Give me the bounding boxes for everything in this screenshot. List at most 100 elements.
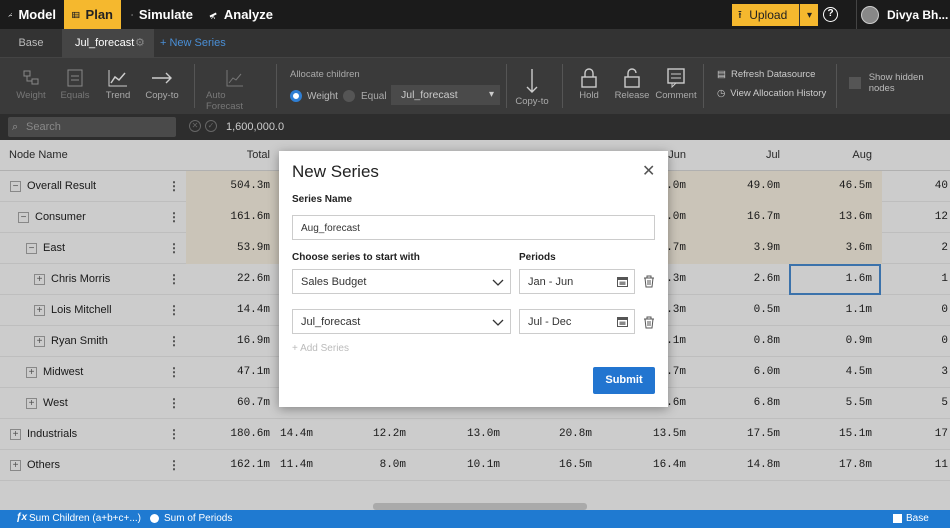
search-icon: ⌕ [12,121,19,133]
close-icon[interactable]: ✕ [642,164,655,180]
period-input-2[interactable]: Jul - Dec [519,309,635,334]
horizontal-scrollbar[interactable] [373,503,587,510]
toolbar-divider [276,64,277,108]
dialog-title: New Series [292,162,379,181]
radio-unselected-icon [343,90,355,102]
comment-icon [667,68,685,88]
wrench-icon [8,12,13,17]
nav-plan[interactable]: Plan [64,0,121,29]
help-icon[interactable]: ? [823,7,838,22]
toolbar-divider [703,64,704,108]
tab-label: Jul_forecast [75,37,135,49]
series-name-input[interactable]: Aug_forecast [292,215,655,240]
tab-base[interactable]: Base [0,29,62,58]
show-hidden-toggle[interactable]: Show hidden nodes [849,72,950,94]
nav-analyze[interactable]: Analyze [201,0,281,29]
share-icon [131,13,133,16]
upload-divider [798,4,800,26]
toolbar-divider [194,64,195,108]
series-select-1[interactable]: Sales Budget [292,269,511,294]
auto-forecast-label: Auto Forecast [206,90,243,112]
weight-icon [23,70,39,85]
period-2-value: Jul - Dec [528,316,572,328]
calendar-icon[interactable] [617,276,628,287]
series-tab-bar: Base Jul_forecast ⚙ + New Series [0,29,950,58]
hold-tool[interactable]: Hold [575,66,603,101]
search-row: ⌕ Search ✕ ✓ 1,600,000.0 [0,114,950,140]
series-select-2-value: Jul_forecast [301,316,361,328]
upload-button[interactable]: ⭱ Upload ▾ [732,4,818,26]
sum-children-option[interactable]: Sum Children (a+b+c+...) [29,513,141,524]
add-series-link[interactable]: + Add Series [292,343,349,354]
nav-model[interactable]: Model [0,0,64,29]
copy-to-down-tool[interactable]: Copy-to [515,66,549,107]
trend-icon [108,70,127,87]
chevron-down-icon: ▾ [488,89,494,100]
trash-icon[interactable] [643,316,655,329]
history-label: View Allocation History [730,88,827,99]
series-select[interactable]: Jul_forecast ▾ [391,85,500,105]
comment-tool[interactable]: Comment [655,66,697,101]
nav-simulate[interactable]: Simulate [121,0,201,29]
nav-analyze-label: Analyze [223,7,273,22]
radio-weight[interactable]: Weight [290,90,338,102]
series-select-1-value: Sales Budget [301,276,367,288]
function-icon: ƒx [16,512,28,523]
radio-icon [150,514,159,523]
nav-simulate-label: Simulate [138,7,193,22]
equals-tool[interactable]: Equals [60,66,90,101]
chevron-down-icon [492,319,504,326]
nav-model-label: Model [18,7,56,22]
radio-equal[interactable]: Equal [343,90,387,102]
trend-label: Trend [105,90,131,101]
toolbar: Weight Equals Trend Copy-to Auto Forecas… [0,58,950,114]
period-1-value: Jan - Jun [528,276,574,288]
radio-selected-icon [290,90,302,102]
view-allocation-history[interactable]: ◷ View Allocation History [717,88,826,99]
auto-forecast-tool[interactable]: Auto Forecast [206,66,264,112]
cancel-icon[interactable]: ✕ [189,120,201,132]
equals-icon [67,69,83,87]
release-tool[interactable]: Release [614,66,650,101]
arrow-right-icon [152,72,172,84]
upload-arrow-icon: ⭱ [738,8,742,21]
search-placeholder: Search [26,121,61,133]
series-name-value: Aug_forecast [301,223,360,234]
copy-to-tool[interactable]: Copy-to [144,66,180,101]
search-input[interactable]: ⌕ Search [8,117,176,137]
table-icon [72,11,80,18]
sum-periods-option[interactable]: Sum of Periods [164,513,232,524]
trend-tool[interactable]: Trend [103,66,133,101]
weight-label: Weight [16,90,46,101]
value-display: 1,600,000.0 [226,121,285,133]
user-name: Divya Bh... [887,7,949,22]
series-name-label: Series Name [292,194,353,205]
calendar-icon[interactable] [617,316,628,327]
toolbar-divider [506,64,507,108]
base-square-icon [893,514,902,523]
user-menu[interactable]: Divya Bh... [856,0,948,29]
new-series-tab[interactable]: + New Series [160,29,226,58]
confirm-icon[interactable]: ✓ [205,120,217,132]
release-label: Release [614,90,650,101]
chevron-down-icon[interactable]: ▾ [807,10,812,21]
refresh-datasource[interactable]: ▤ Refresh Datasource [717,69,815,80]
arrow-down-icon [526,69,538,93]
status-bar: ƒx Sum Children (a+b+c+...) Sum of Perio… [0,510,950,528]
gear-icon[interactable]: ⚙ [135,29,145,58]
weight-tool[interactable]: Weight [16,66,46,101]
database-icon: ▤ [717,69,726,80]
trash-icon[interactable] [643,275,655,288]
equals-label: Equals [60,90,90,101]
telescope-icon [209,11,217,19]
period-input-1[interactable]: Jan - Jun [519,269,635,294]
hold-label: Hold [579,90,599,101]
submit-button[interactable]: Submit [593,367,655,394]
refresh-label: Refresh Datasource [730,69,816,80]
tab-jul-forecast[interactable]: Jul_forecast ⚙ [62,29,154,58]
history-icon: ◷ [717,88,726,99]
series-select-2[interactable]: Jul_forecast [292,309,511,334]
radio-weight-label: Weight [307,90,338,102]
new-series-dialog: New Series ✕ Series Name Aug_forecast Ch… [279,151,668,407]
radio-equal-label: Equal [361,90,387,102]
